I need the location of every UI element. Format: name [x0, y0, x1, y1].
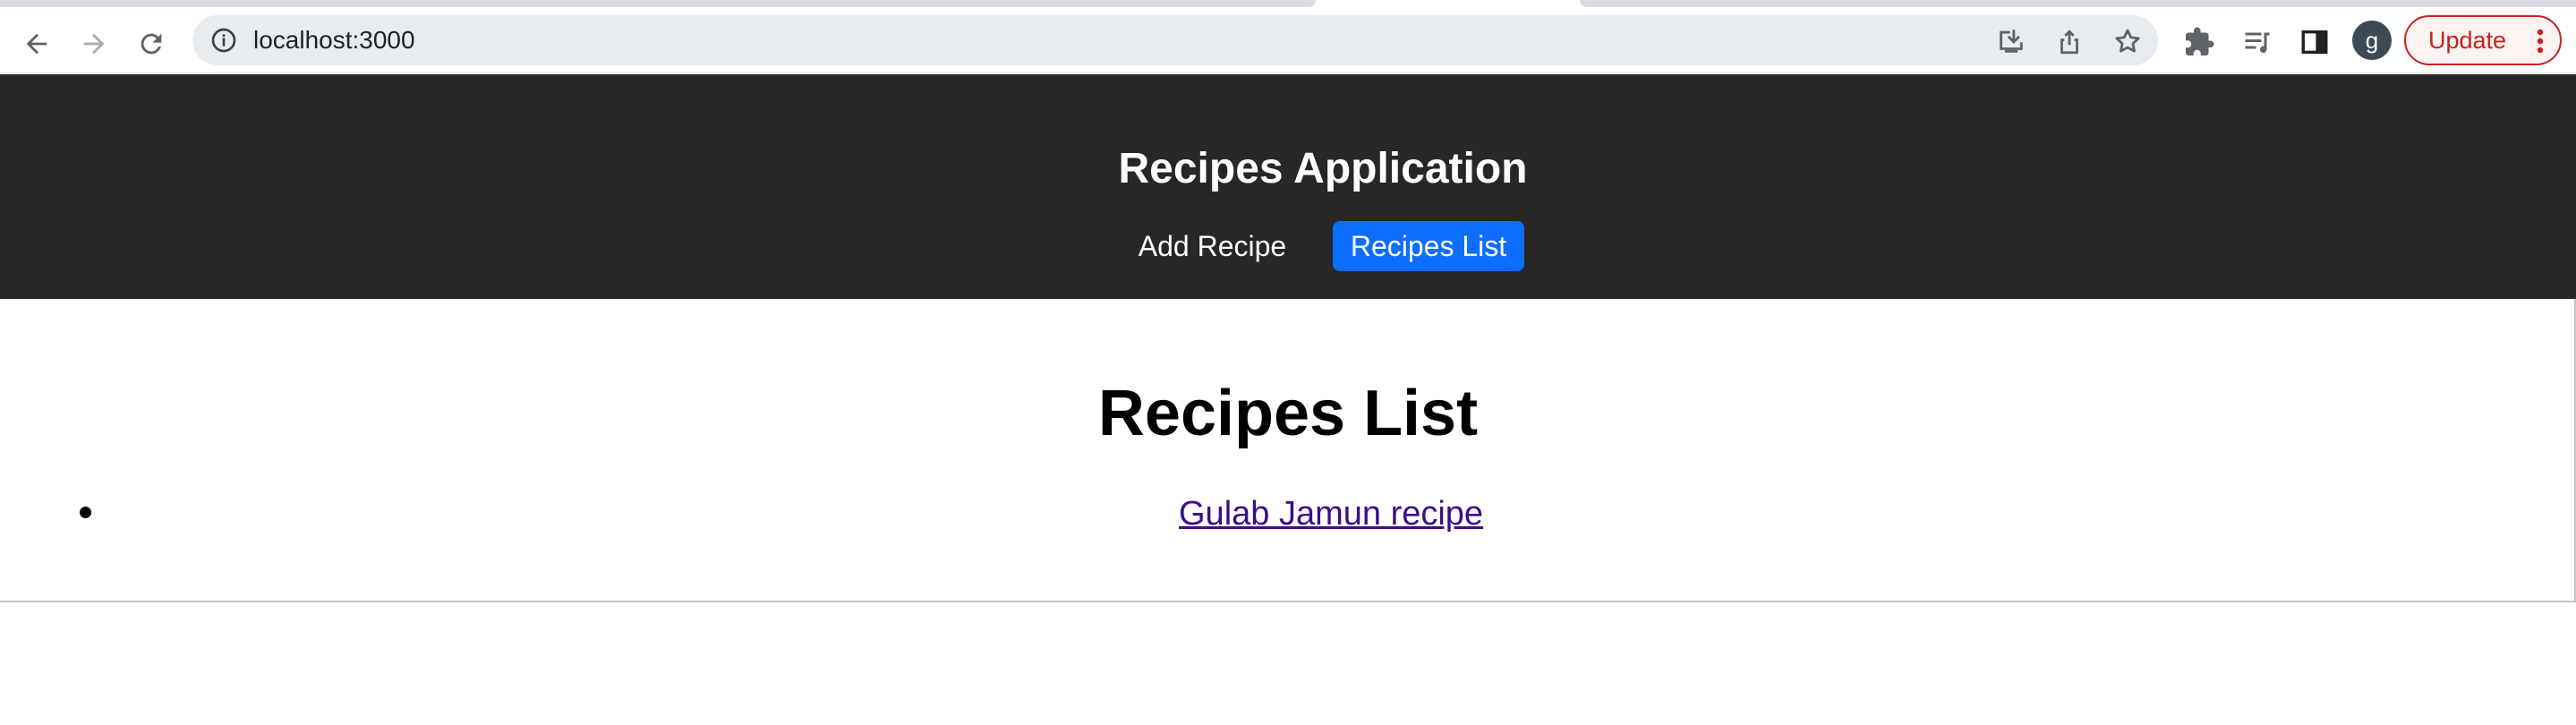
bullet-icon: [80, 507, 91, 518]
tab-strip: [0, 0, 2576, 7]
recipe-link[interactable]: Gulab Jamun recipe: [1179, 494, 1483, 533]
arrow-right-icon: [83, 33, 105, 55]
browser-toolbar: localhost:3000 g Update: [0, 7, 2576, 73]
star-icon[interactable]: [2112, 26, 2143, 56]
side-panel-icon[interactable]: [2297, 24, 2333, 60]
share-icon[interactable]: [2054, 26, 2085, 56]
forward-button[interactable]: [69, 19, 119, 69]
inactive-tab[interactable]: [1580, 0, 2576, 7]
address-bar[interactable]: localhost:3000: [192, 15, 2158, 65]
reload-icon: [141, 33, 162, 55]
update-label: Update: [2428, 26, 2507, 54]
reload-button[interactable]: [126, 19, 176, 69]
info-icon[interactable]: [209, 26, 238, 55]
url-text[interactable]: localhost:3000: [253, 27, 415, 54]
back-button[interactable]: [12, 19, 62, 69]
avatar[interactable]: g: [2352, 21, 2392, 60]
inactive-tab[interactable]: [0, 0, 1316, 7]
arrow-left-icon: [26, 33, 47, 55]
app-header: Recipes Application Add Recipe Recipes L…: [0, 74, 2576, 299]
install-app-icon[interactable]: [1996, 26, 2026, 56]
app-title: Recipes Application: [1118, 145, 1528, 192]
puzzle-icon[interactable]: [2181, 24, 2217, 60]
nav-add-recipe[interactable]: Add Recipe: [1121, 221, 1304, 271]
three-dots-icon: [2537, 29, 2544, 54]
update-button[interactable]: Update: [2404, 15, 2562, 65]
media-controls-icon[interactable]: [2239, 24, 2275, 60]
nav-recipes-list[interactable]: Recipes List: [1333, 221, 1524, 271]
main-content: Recipes List Gulab Jamun recipe: [0, 299, 2576, 602]
page-title: Recipes List: [1097, 378, 1479, 449]
